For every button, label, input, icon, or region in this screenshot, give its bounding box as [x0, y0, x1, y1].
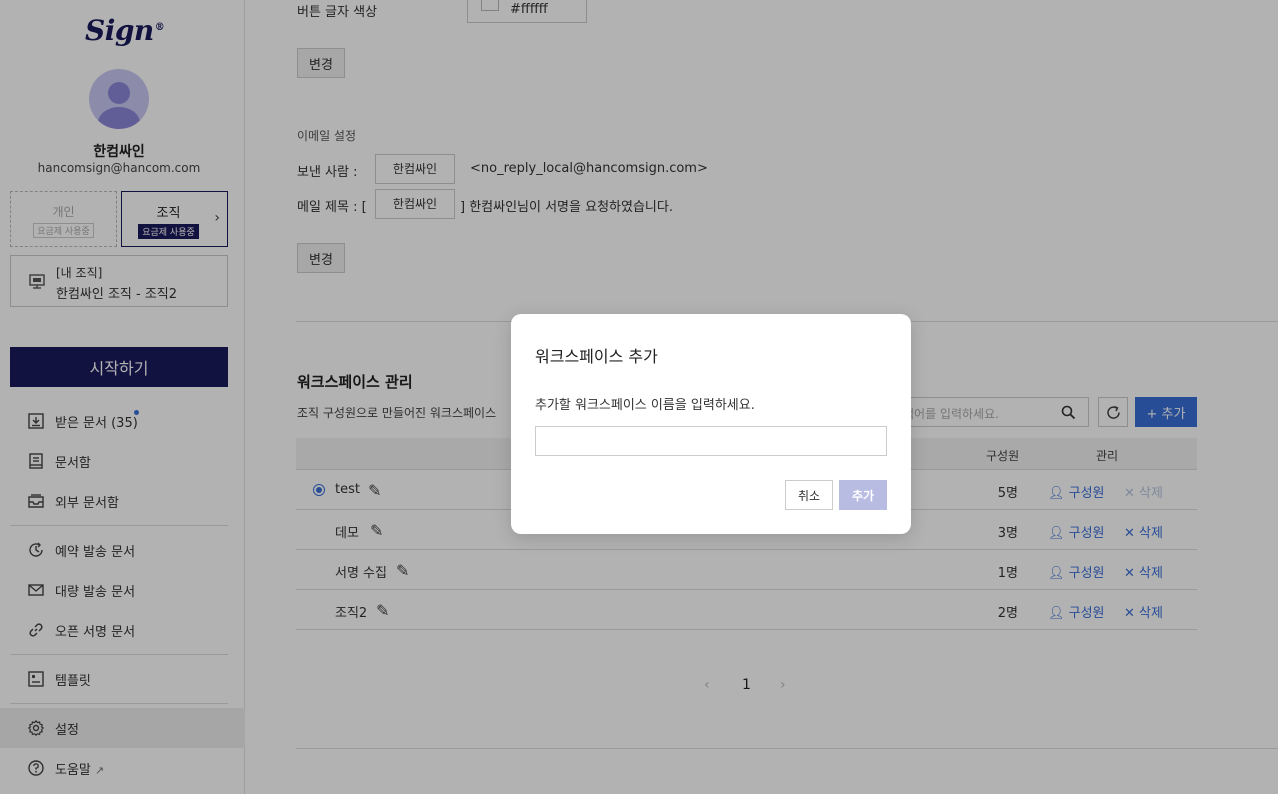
- add-workspace-dialog: 워크스페이스 추가 추가할 워크스페이스 이름을 입력하세요. 취소 추가: [511, 314, 911, 534]
- dialog-title: 워크스페이스 추가: [535, 347, 658, 366]
- workspace-name-input[interactable]: [535, 426, 887, 456]
- cancel-button[interactable]: 취소: [785, 480, 833, 510]
- dialog-description: 추가할 워크스페이스 이름을 입력하세요.: [535, 398, 755, 413]
- confirm-add-button[interactable]: 추가: [839, 480, 887, 510]
